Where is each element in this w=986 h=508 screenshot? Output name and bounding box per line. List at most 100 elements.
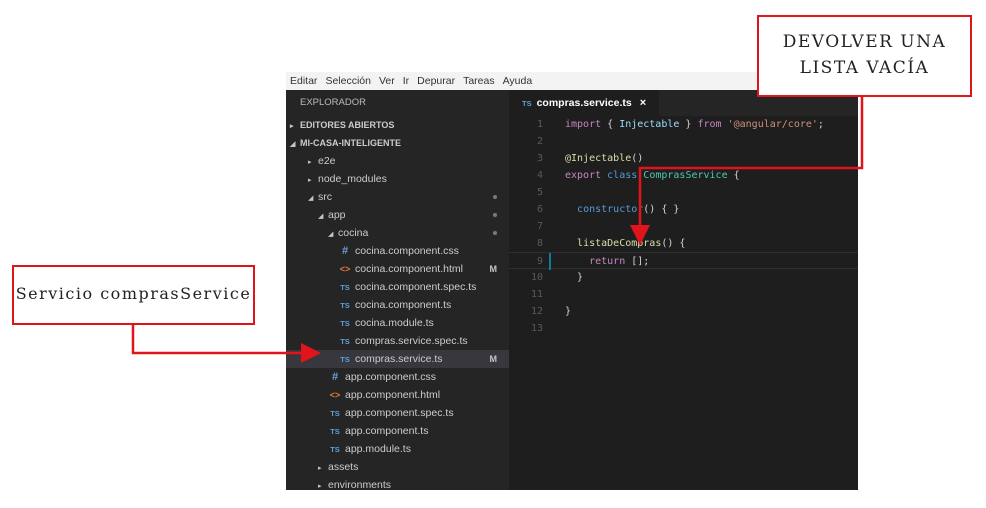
tree-item-label: app [328, 209, 346, 221]
line-number: 8 [536, 238, 543, 249]
file-item[interactable]: <> app.component.html [286, 386, 509, 404]
tab-label: compras.service.ts [536, 97, 632, 109]
folder-item[interactable]: ◢ cocina [286, 224, 509, 242]
code-token: ; [817, 119, 824, 130]
code-line[interactable]: 2 [509, 133, 858, 150]
typescript-file-icon: TS [522, 98, 532, 108]
file-item[interactable]: TS app.component.ts [286, 422, 509, 440]
tree-item-label: e2e [318, 155, 336, 167]
line-number: 2 [536, 136, 543, 147]
tree-item-label: cocina [338, 227, 369, 239]
file-item[interactable]: TS cocina.component.ts [286, 296, 509, 314]
code-token: from [697, 119, 722, 130]
menu-item-1[interactable]: Selección [321, 75, 375, 87]
file-item[interactable]: TS cocina.module.ts [286, 314, 509, 332]
menu-item-5[interactable]: Tareas [459, 75, 499, 87]
typescript-file-icon: TS [330, 445, 340, 454]
code-area[interactable]: 1 import { Injectable } from '@angular/co… [509, 116, 858, 337]
menu-item-3[interactable]: Ir [399, 75, 413, 87]
code-line[interactable]: 5 [509, 184, 858, 201]
folder-item[interactable]: ▸ assets [286, 458, 509, 476]
folder-item[interactable]: ▸ node_modules [286, 170, 509, 188]
code-line[interactable]: 10 } [509, 269, 858, 286]
code-text: } [565, 269, 583, 286]
code-text: return []; [565, 253, 649, 270]
code-line[interactable]: 7 [509, 218, 858, 235]
vscode-window: Editar Selección Ver Ir Depurar Tareas Ayuda E… [286, 72, 858, 490]
code-token: { [727, 170, 740, 181]
code-line[interactable]: 13 [509, 320, 858, 337]
code-text: import { Injectable } from '@angular/cor… [565, 116, 824, 133]
code-token: Injectable [619, 119, 680, 130]
folder-item[interactable]: ▸ e2e [286, 152, 509, 170]
code-text: constructor() { } [565, 201, 679, 218]
file-item[interactable]: TS compras.service.ts M [286, 350, 509, 368]
code-token: } [565, 272, 584, 283]
folder-item[interactable]: ◢ app [286, 206, 509, 224]
tree-item-label: cocina.component.html [355, 263, 463, 275]
line-number: 6 [536, 204, 543, 215]
code-line[interactable]: 9 return []; [509, 252, 858, 270]
line-number: 12 [530, 306, 543, 317]
tree-item-label: app.component.css [345, 371, 437, 383]
file-item[interactable]: # cocina.component.css [286, 242, 509, 260]
code-line[interactable]: 1 import { Injectable } from '@angular/co… [509, 116, 858, 133]
code-token: class [607, 170, 638, 181]
code-token: import [565, 119, 602, 130]
explorer-section[interactable]: ▸ EDITORES ABIERTOS [286, 116, 509, 134]
menu-item-4[interactable]: Depurar [413, 75, 459, 87]
code-token: () { } [643, 204, 680, 215]
code-line[interactable]: 8 listaDeCompras() { [509, 235, 858, 252]
line-number: 3 [536, 153, 543, 164]
line-number: 5 [536, 187, 543, 198]
file-item[interactable]: <> cocina.component.html M [286, 260, 509, 278]
code-line[interactable]: 4 export class ComprasService { [509, 167, 858, 184]
tree-item-label: assets [328, 461, 359, 473]
folder-item[interactable]: ▸ environments [286, 476, 509, 490]
code-text: } [565, 303, 571, 320]
tree-item-label: compras.service.ts [355, 353, 443, 365]
code-editor[interactable]: TS compras.service.ts × 1 import { Inject… [509, 90, 858, 490]
close-icon[interactable]: × [640, 97, 646, 109]
css-file-icon: # [331, 371, 339, 383]
tab-compras-service[interactable]: TS compras.service.ts × [509, 90, 659, 116]
code-line[interactable]: 3 @Injectable() [509, 150, 858, 167]
code-text: @Injectable() [565, 150, 643, 167]
file-item[interactable]: TS app.component.spec.ts [286, 404, 509, 422]
code-token: []; [625, 256, 650, 267]
code-token: export [565, 170, 602, 181]
code-token: } [679, 119, 698, 130]
explorer-sidebar: EXPLORADOR ▸ EDITORES ABIERTOS ◢ MI-CASA-IN… [286, 90, 509, 490]
file-item[interactable]: # app.component.css [286, 368, 509, 386]
explorer-section[interactable]: ◢ MI-CASA-INTELIGENTE [286, 134, 509, 152]
menu-item-6[interactable]: Ayuda [499, 75, 537, 87]
tree-item-label: src [318, 191, 332, 203]
code-line[interactable]: 12} [509, 303, 858, 320]
tree-item-label: EDITORES ABIERTOS [300, 120, 395, 130]
tree-item-label: app.component.html [345, 389, 441, 401]
file-item[interactable]: TS cocina.component.spec.ts [286, 278, 509, 296]
file-item[interactable]: TS app.module.ts [286, 440, 509, 458]
typescript-file-icon: TS [330, 427, 340, 436]
tree-item-label: cocina.component.css [355, 245, 459, 257]
line-number: 1 [536, 119, 543, 130]
chevron-right-icon: ▸ [318, 483, 322, 490]
code-token: constructor [577, 204, 644, 215]
code-token: () [631, 153, 644, 164]
folder-item[interactable]: ◢ src [286, 188, 509, 206]
tree-item-label: app.component.spec.ts [345, 407, 454, 419]
modified-badge: M [489, 264, 498, 274]
code-line[interactable]: 6 constructor() { } [509, 201, 858, 218]
css-file-icon: # [341, 245, 349, 257]
menu-item-2[interactable]: Ver [375, 75, 399, 87]
code-token: @Injectable [565, 153, 632, 164]
code-line[interactable]: 11 [509, 286, 858, 303]
typescript-file-icon: TS [330, 409, 340, 418]
tree-item-label: cocina.component.ts [355, 299, 452, 311]
file-item[interactable]: TS compras.service.spec.ts [286, 332, 509, 350]
menu-item-0[interactable]: Editar [286, 75, 321, 87]
annotation-return-empty-list: Devolver una lista vacía [757, 15, 972, 97]
html-file-icon: <> [329, 390, 341, 400]
